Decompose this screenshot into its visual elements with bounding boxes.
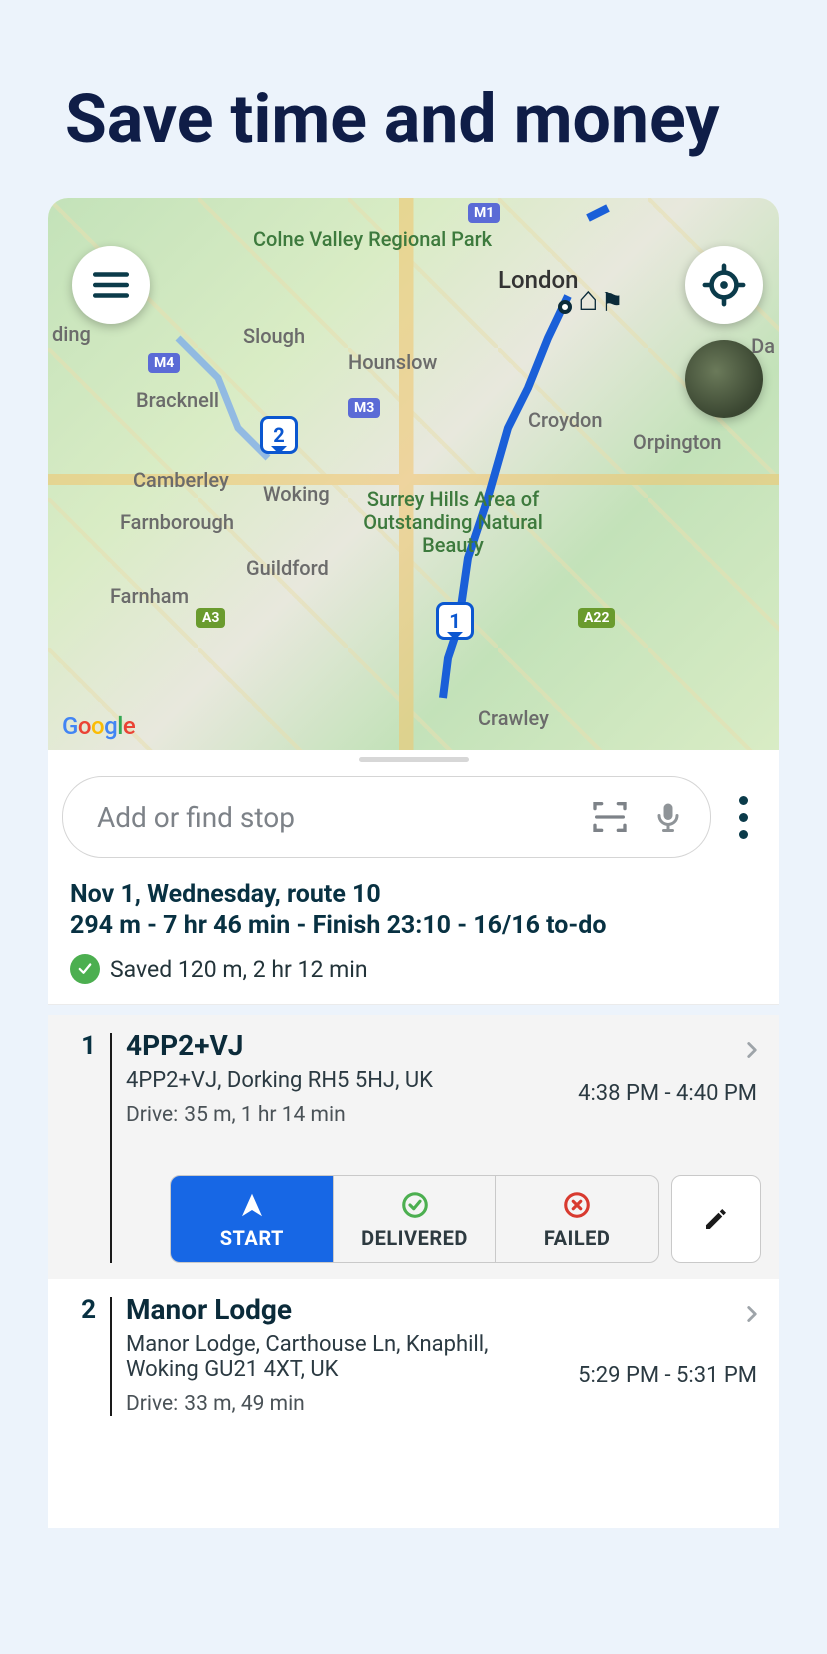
dot-icon bbox=[739, 830, 748, 839]
place-farnborough: Farnborough bbox=[120, 510, 234, 534]
road-badge-m1: M1 bbox=[468, 203, 500, 223]
area-colne: Colne Valley Regional Park bbox=[253, 228, 492, 250]
hamburger-icon bbox=[90, 264, 132, 306]
place-farnham: Farnham bbox=[110, 584, 189, 608]
place-croydon: Croydon bbox=[528, 408, 603, 432]
road-badge-m3: M3 bbox=[348, 398, 380, 418]
saved-text: Saved 120 m, 2 hr 12 min bbox=[110, 956, 368, 983]
dot-icon bbox=[739, 813, 748, 822]
place-hounslow: Hounslow bbox=[348, 350, 437, 374]
stop-time-window: 5:29 PM - 5:31 PM bbox=[578, 1363, 757, 1388]
checkmark-icon bbox=[70, 954, 100, 984]
road-badge-a3: A3 bbox=[196, 608, 225, 628]
search-row: Add or find stop bbox=[48, 768, 779, 876]
overflow-menu-button[interactable] bbox=[721, 786, 765, 849]
check-circle-icon bbox=[400, 1190, 430, 1220]
search-placeholder: Add or find stop bbox=[97, 801, 572, 834]
timeline-line bbox=[110, 1297, 112, 1416]
page-headline: Save time and money bbox=[0, 0, 827, 198]
place-bracknell: Bracknell bbox=[136, 388, 219, 412]
stop-item-1[interactable]: 1 4PP2+VJ 4PP2+VJ, Dorking RH5 5HJ, UK D… bbox=[48, 1015, 779, 1279]
delivered-button[interactable]: DELIVERED bbox=[334, 1176, 497, 1262]
map-pin-1[interactable]: 1 bbox=[436, 602, 474, 640]
place-camberley: Camberley bbox=[133, 468, 229, 492]
locate-icon bbox=[701, 262, 747, 308]
mic-icon[interactable] bbox=[648, 797, 688, 837]
navigate-icon bbox=[237, 1190, 267, 1220]
stop-time-window: 4:38 PM - 4:40 PM bbox=[578, 1081, 757, 1106]
place-ding: ding bbox=[52, 322, 91, 346]
failed-button[interactable]: FAILED bbox=[496, 1176, 658, 1262]
pencil-icon bbox=[701, 1204, 731, 1234]
timeline-line bbox=[110, 1033, 112, 1263]
stop-address: Manor Lodge, Carthouse Ln, Knaphill, Wok… bbox=[126, 1332, 556, 1382]
chevron-right-icon bbox=[739, 1037, 765, 1067]
road-badge-a22: A22 bbox=[578, 608, 615, 628]
place-guildford: Guildford bbox=[246, 556, 329, 580]
place-slough: Slough bbox=[243, 324, 305, 348]
stop-title: 4PP2+VJ bbox=[126, 1029, 761, 1062]
search-input[interactable]: Add or find stop bbox=[62, 776, 711, 858]
satellite-toggle[interactable] bbox=[685, 340, 763, 418]
x-circle-icon bbox=[562, 1190, 592, 1220]
stop-drive: Drive:33 m, 49 min bbox=[126, 1392, 761, 1416]
stop-number: 1 bbox=[66, 1029, 96, 1263]
place-orpington: Orpington bbox=[633, 430, 722, 454]
stop-number: 2 bbox=[66, 1293, 96, 1416]
route-stats: 294 m - 7 hr 46 min - Finish 23:10 - 16/… bbox=[70, 911, 757, 940]
locate-button[interactable] bbox=[685, 246, 763, 324]
place-crawley: Crawley bbox=[478, 706, 549, 730]
start-button[interactable]: START bbox=[171, 1176, 334, 1262]
dot-icon bbox=[739, 796, 748, 805]
divider bbox=[48, 1005, 779, 1015]
road-badge-m4: M4 bbox=[148, 353, 180, 373]
stop-item-2[interactable]: 2 Manor Lodge Manor Lodge, Carthouse Ln,… bbox=[48, 1279, 779, 1432]
area-surrey: Surrey Hills Area of Outstanding Natural… bbox=[358, 488, 548, 557]
map-provider-logo: Google bbox=[62, 712, 135, 740]
menu-button[interactable] bbox=[72, 246, 150, 324]
place-london: London bbox=[498, 266, 578, 294]
place-woking: Woking bbox=[263, 482, 330, 506]
chevron-right-icon bbox=[739, 1301, 765, 1331]
route-title: Nov 1, Wednesday, route 10 bbox=[70, 880, 757, 909]
scan-icon[interactable] bbox=[590, 797, 630, 837]
sheet-drag-handle[interactable] bbox=[48, 750, 779, 768]
app-frame: ⌂ ⚑ M1 M4 M3 A3 A22 Colne Valley Regiona… bbox=[48, 198, 779, 1528]
edit-button[interactable] bbox=[671, 1175, 761, 1263]
stop-title: Manor Lodge bbox=[126, 1293, 761, 1326]
route-summary: Nov 1, Wednesday, route 10 294 m - 7 hr … bbox=[48, 876, 779, 1005]
map-view[interactable]: ⌂ ⚑ M1 M4 M3 A3 A22 Colne Valley Regiona… bbox=[48, 198, 779, 750]
stop-drive: Drive:35 m, 1 hr 14 min bbox=[126, 1103, 761, 1127]
map-pin-2[interactable]: 2 bbox=[260, 416, 298, 454]
action-group: START DELIVERED FAILED bbox=[170, 1175, 659, 1263]
